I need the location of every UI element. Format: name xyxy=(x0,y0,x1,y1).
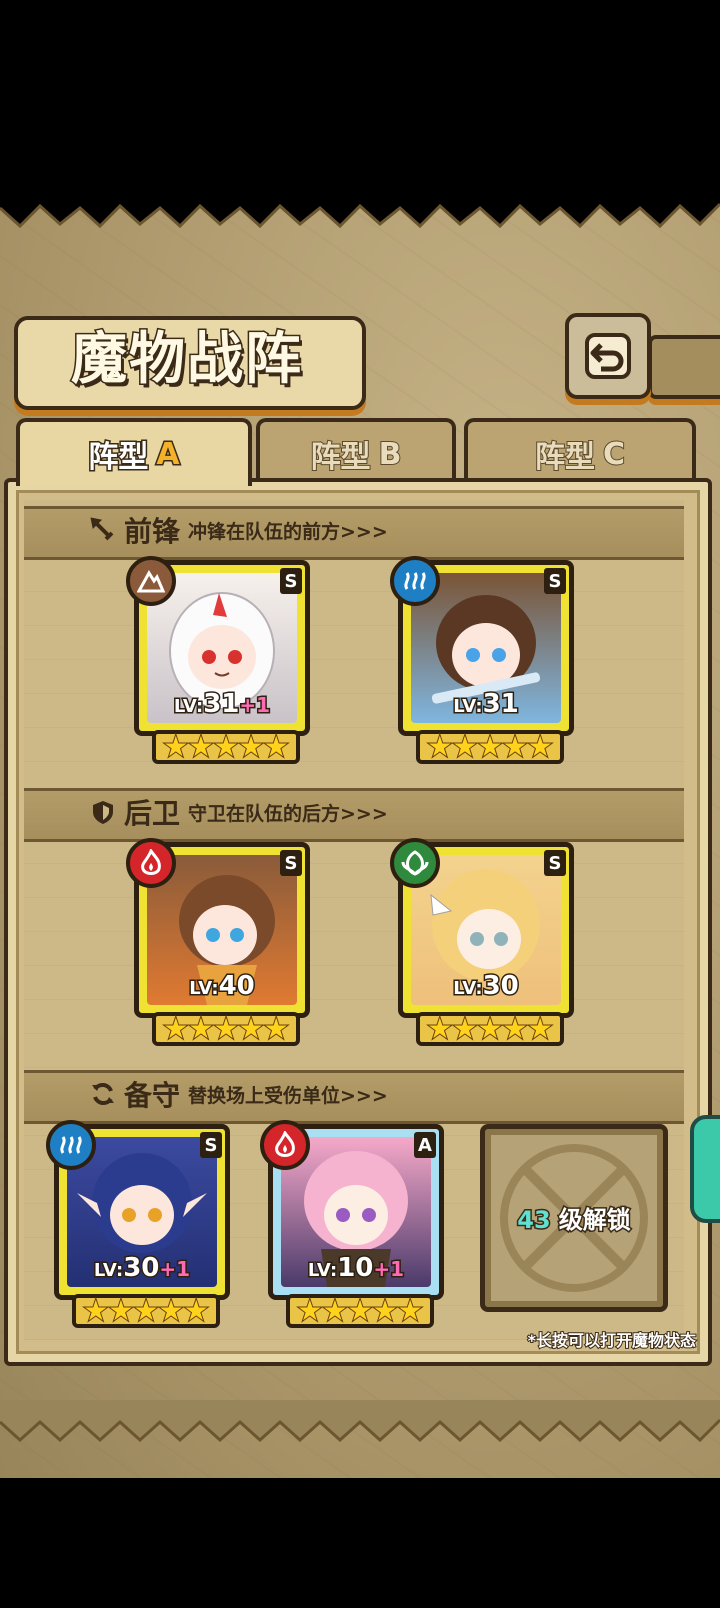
level-bonus: +1 xyxy=(158,1256,192,1283)
unit-level: LV:30+1 xyxy=(59,1252,225,1285)
page-title: 魔物战阵 xyxy=(70,325,303,394)
hint-text: *长按可以打开魔物状态 xyxy=(527,1330,697,1351)
section-header-front: 前锋 冲锋在队伍的前方>>> xyxy=(90,506,388,554)
section-description: 守卫在队伍的后方>>> xyxy=(188,802,388,825)
unlock-level: 43 xyxy=(516,1205,552,1236)
star-rating: ★★★★★ xyxy=(152,1012,300,1046)
level-prefix: LV: xyxy=(452,695,484,719)
section-description: 替换场上受伤单位>>> xyxy=(188,1084,388,1107)
level-value: 30 xyxy=(481,970,520,1003)
section-header-reserve: 备守 替换场上受伤单位>>> xyxy=(90,1070,388,1118)
fire-icon xyxy=(126,838,176,888)
unit-level: LV:10+1 xyxy=(273,1252,439,1285)
level-bonus: +1 xyxy=(372,1256,406,1283)
section-title: 备守 xyxy=(124,1079,181,1112)
level-value: 31 xyxy=(202,688,241,721)
unlock-label: 级解锁 xyxy=(557,1205,632,1236)
tab-letter: B xyxy=(378,436,403,473)
torn-edge-top xyxy=(0,196,720,229)
tab-label: 阵型 xyxy=(310,439,372,476)
shield-icon xyxy=(93,801,113,824)
star-rating: ★★★★★ xyxy=(416,1012,564,1046)
level-value: 30 xyxy=(122,1252,161,1285)
tab-label: 阵型 xyxy=(534,439,596,476)
unit-level: LV:30 xyxy=(403,970,569,1003)
unlock-requirement: 43 级解锁 xyxy=(480,1200,668,1236)
level-value: 10 xyxy=(336,1252,375,1285)
level-prefix: LV: xyxy=(172,695,204,719)
rank-badge: S xyxy=(544,850,566,876)
sword-icon xyxy=(90,517,114,541)
unit-level: LV:40 xyxy=(139,970,305,1003)
wind-icon xyxy=(390,838,440,888)
unit-level: LV:31+1 xyxy=(139,688,305,721)
level-prefix: LV: xyxy=(92,1259,124,1283)
rank-badge: S xyxy=(544,568,566,594)
unit-level: LV:31 xyxy=(403,688,569,721)
rank-badge: A xyxy=(414,1132,436,1158)
section-title: 前锋 xyxy=(124,515,181,548)
rank-badge: S xyxy=(200,1132,222,1158)
swap-icon xyxy=(92,1083,114,1105)
tab-letter: C xyxy=(602,436,626,473)
section-title: 后卫 xyxy=(124,797,181,830)
rank-badge: S xyxy=(280,568,302,594)
tab-formation-b[interactable]: 阵型 B xyxy=(256,418,456,486)
level-value: 31 xyxy=(481,688,520,721)
tab-letter: A xyxy=(155,435,181,473)
back-button[interactable] xyxy=(565,313,651,399)
fire-icon xyxy=(260,1120,310,1170)
section-header-rear: 后卫 守卫在队伍的后方>>> xyxy=(90,788,388,836)
return-icon xyxy=(585,333,631,379)
star-rating: ★★★★★ xyxy=(72,1294,220,1328)
side-tab-button[interactable] xyxy=(690,1115,720,1223)
level-prefix: LV: xyxy=(452,977,484,1001)
tab-label: 阵型 xyxy=(87,439,150,477)
torn-edge-bottom xyxy=(0,1400,720,1443)
rank-badge: S xyxy=(280,850,302,876)
back-rail xyxy=(648,335,720,399)
earth-icon xyxy=(126,556,176,606)
tab-formation-c[interactable]: 阵型 C xyxy=(464,418,696,486)
level-prefix: LV: xyxy=(188,977,220,1001)
water-icon xyxy=(390,556,440,606)
level-prefix: LV: xyxy=(306,1259,338,1283)
water-icon xyxy=(46,1120,96,1170)
star-rating: ★★★★★ xyxy=(152,730,300,764)
star-rating: ★★★★★ xyxy=(416,730,564,764)
tab-formation-a[interactable]: 阵型 A xyxy=(16,418,252,486)
level-value: 40 xyxy=(217,970,256,1003)
level-bonus: +1 xyxy=(238,692,272,719)
section-description: 冲锋在队伍的前方>>> xyxy=(188,520,388,543)
star-rating: ★★★★★ xyxy=(286,1294,434,1328)
